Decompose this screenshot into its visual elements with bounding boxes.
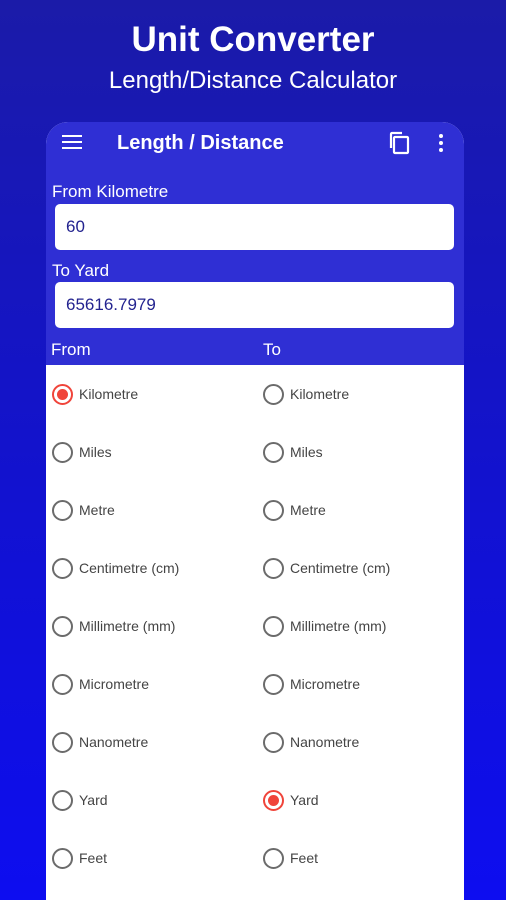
from-radio-label: Yard	[79, 792, 108, 808]
to-radio-miles[interactable]: Miles	[263, 440, 323, 464]
to-radio-micrometre[interactable]: Micrometre	[263, 672, 360, 696]
from-radio-label: Micrometre	[79, 676, 150, 692]
from-radio-label: Kilometre	[79, 386, 139, 402]
from-radio-feet[interactable]: Feet	[52, 846, 107, 870]
to-radio-label: Metre	[290, 502, 326, 518]
to-radio-button[interactable]	[263, 847, 284, 869]
from-radio-label: Nanometre	[79, 734, 149, 750]
from-column-heading: From	[51, 340, 91, 359]
to-radio-millimetre-mm[interactable]: Millimetre (mm)	[263, 614, 386, 638]
app-header: Length / Distance From Kilometre 60 To Y…	[46, 122, 464, 365]
from-radio-button[interactable]	[52, 673, 73, 695]
to-radio-yard[interactable]: Yard	[263, 788, 319, 812]
to-radio-label: Kilometre	[290, 386, 350, 402]
from-value-input[interactable]: 60	[55, 204, 454, 250]
to-radio-label: Nanometre	[290, 734, 360, 750]
from-radio-button[interactable]	[52, 789, 73, 811]
to-radio-nanometre[interactable]: Nanometre	[263, 730, 359, 754]
from-radio-miles[interactable]: Miles	[52, 440, 112, 464]
toolbar-title: Length / Distance	[117, 132, 284, 154]
from-radio-button[interactable]	[52, 557, 73, 579]
promo-subtitle: Length/Distance Calculator	[108, 67, 398, 94]
to-radio-button[interactable]	[263, 557, 284, 579]
to-radio-button[interactable]	[263, 383, 284, 405]
from-radio-label: Metre	[79, 502, 115, 518]
to-field-label: To Yard	[52, 261, 110, 280]
more-vertical-icon[interactable]	[439, 134, 443, 152]
promo-title: Unit Converter	[131, 20, 375, 59]
from-radio-centimetre-cm[interactable]: Centimetre (cm)	[52, 556, 179, 580]
from-radio-button[interactable]	[52, 847, 73, 869]
from-radio-label: Feet	[79, 850, 108, 866]
to-radio-label: Miles	[290, 444, 323, 460]
to-radio-label: Millimetre (mm)	[290, 618, 387, 634]
to-radio-kilometre[interactable]: Kilometre	[263, 382, 349, 406]
from-radio-micrometre[interactable]: Micrometre	[52, 672, 149, 696]
to-radio-button[interactable]	[263, 615, 284, 637]
from-field-label: From Kilometre	[52, 182, 169, 201]
to-radio-button[interactable]	[263, 789, 284, 811]
from-radio-metre[interactable]: Metre	[52, 498, 115, 522]
to-column-heading: To	[263, 340, 281, 359]
from-radio-label: Millimetre (mm)	[79, 618, 176, 634]
to-radio-button[interactable]	[263, 499, 284, 521]
phone-screen: Length / Distance From Kilometre 60 To Y…	[46, 122, 464, 900]
to-radio-label: Centimetre (cm)	[290, 560, 391, 576]
from-radio-button[interactable]	[52, 441, 73, 463]
from-radio-label: Miles	[79, 444, 112, 460]
to-radio-label: Yard	[290, 792, 319, 808]
to-radio-button[interactable]	[263, 731, 284, 753]
from-radio-button[interactable]	[52, 731, 73, 753]
to-radio-label: Feet	[290, 850, 319, 866]
to-radio-centimetre-cm[interactable]: Centimetre (cm)	[263, 556, 390, 580]
from-radio-button[interactable]	[52, 615, 73, 637]
from-radio-millimetre-mm[interactable]: Millimetre (mm)	[52, 614, 175, 638]
to-value-output[interactable]: 65616.7979	[55, 282, 454, 328]
to-radio-button[interactable]	[263, 673, 284, 695]
from-radio-button[interactable]	[52, 383, 73, 405]
copy-icon[interactable]	[388, 131, 410, 155]
from-radio-yard[interactable]: Yard	[52, 788, 108, 812]
from-radio-button[interactable]	[52, 499, 73, 521]
to-radio-button[interactable]	[263, 441, 284, 463]
toolbar: Length / Distance	[46, 122, 464, 166]
hamburger-menu-icon[interactable]	[62, 135, 82, 151]
from-radio-label: Centimetre (cm)	[79, 560, 180, 576]
to-radio-feet[interactable]: Feet	[263, 846, 318, 870]
from-radio-nanometre[interactable]: Nanometre	[52, 730, 148, 754]
from-radio-kilometre[interactable]: Kilometre	[52, 382, 138, 406]
to-radio-metre[interactable]: Metre	[263, 498, 326, 522]
to-radio-label: Micrometre	[290, 676, 361, 692]
